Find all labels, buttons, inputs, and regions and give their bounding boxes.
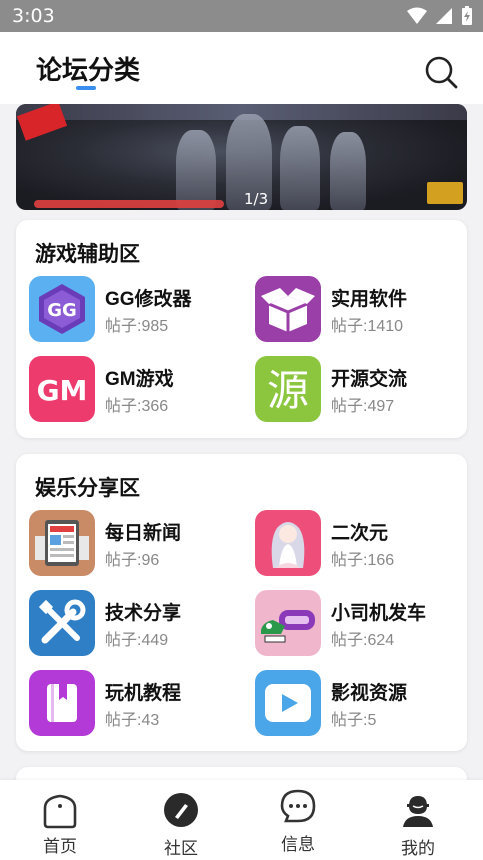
forum-item-utility-software[interactable]: 实用软件 帖子:1410 [255, 276, 465, 344]
community-icon [164, 793, 198, 827]
forum-item-name: 小司机发车 [331, 603, 427, 624]
svg-text:GM: GM [37, 374, 88, 407]
forum-item-count: 帖子:497 [331, 398, 395, 415]
forum-item-name: 每日新闻 [105, 523, 182, 544]
forum-item-count: 帖子:985 [105, 318, 169, 335]
status-icons [407, 6, 473, 26]
banner-counter: 1/3 [244, 190, 269, 208]
status-time: 3:03 [12, 5, 55, 27]
forum-item-count: 帖子:96 [105, 552, 160, 569]
tab-label: 社区 [164, 839, 198, 858]
app-header: 论坛分类 [0, 32, 483, 104]
tab-label: 我的 [401, 839, 435, 858]
play-icon [255, 670, 321, 736]
page-title: 论坛分类 [36, 55, 141, 85]
wifi-icon [407, 7, 427, 24]
forum-item-open-source[interactable]: 源 开源交流 帖子:497 [255, 356, 465, 424]
forum-item-name: 二次元 [331, 523, 389, 544]
forum-item-count: 帖子:366 [105, 398, 169, 415]
tab-messages[interactable]: 信息 [258, 780, 338, 860]
status-bar: 3:03 [0, 0, 483, 32]
svg-text:源: 源 [267, 366, 309, 415]
forum-item-count: 帖子:449 [105, 632, 169, 649]
forum-item-count: 帖子:624 [331, 632, 395, 649]
section-card-game-assist: 游戏辅助区 GG GG修改器 帖子:985 实用软件 帖子:1410 GM GM… [16, 220, 467, 438]
forum-item-name: 影视资源 [331, 683, 408, 704]
forum-item-video-resources[interactable]: 影视资源 帖子:5 [255, 670, 465, 738]
forum-item-name: 玩机教程 [105, 683, 182, 704]
signal-icon [436, 8, 452, 24]
svg-text:GG: GG [47, 300, 77, 321]
forum-item-name: 技术分享 [105, 603, 182, 624]
user-icon [403, 796, 433, 827]
tab-home[interactable]: 首页 [20, 780, 100, 860]
car-badge-icon [255, 590, 321, 656]
tab-community[interactable]: 社区 [141, 780, 221, 860]
bottom-tab-bar: 首页 社区 信息 我的 [0, 780, 483, 860]
forum-item-name: GG修改器 [105, 289, 192, 310]
tab-label: 首页 [43, 837, 77, 856]
title-underline [76, 86, 96, 90]
forum-item-tech-share[interactable]: 技术分享 帖子:449 [29, 590, 239, 658]
forum-item-name: 开源交流 [331, 369, 408, 390]
home-icon [43, 794, 77, 829]
section-card-entertainment: 娱乐分享区 每日新闻 帖子:96 二次元 帖子:166 技术分享 帖子:449 … [16, 454, 467, 751]
gm-game-icon: GM [29, 356, 95, 422]
tab-profile[interactable]: 我的 [378, 780, 458, 860]
book-icon [29, 670, 95, 736]
gg-modifier-icon: GG [29, 276, 95, 342]
tools-icon [29, 590, 95, 656]
forum-item-little-driver[interactable]: 小司机发车 帖子:624 [255, 590, 465, 658]
forum-item-gg-modifier[interactable]: GG GG修改器 帖子:985 [29, 276, 239, 344]
banner-carousel[interactable]: 1/3 [16, 104, 467, 210]
box-icon [255, 276, 321, 342]
forum-item-daily-news[interactable]: 每日新闻 帖子:96 [29, 510, 239, 578]
open-source-icon: 源 [255, 356, 321, 422]
battery-icon [462, 6, 472, 25]
section-title: 游戏辅助区 [35, 243, 140, 266]
forum-item-name: 实用软件 [331, 289, 408, 310]
forum-item-count: 帖子:43 [105, 712, 160, 729]
forum-item-count: 帖子:5 [331, 712, 377, 729]
anime-girl-icon [255, 510, 321, 576]
search-icon[interactable] [423, 54, 459, 90]
forum-item-anime[interactable]: 二次元 帖子:166 [255, 510, 465, 578]
forum-item-name: GM游戏 [105, 369, 174, 390]
forum-item-count: 帖子:1410 [331, 318, 404, 335]
message-icon [280, 789, 316, 823]
newspaper-icon [29, 510, 95, 576]
section-title: 娱乐分享区 [35, 477, 140, 500]
tab-label: 信息 [281, 835, 315, 854]
forum-item-count: 帖子:166 [331, 552, 395, 569]
forum-item-phone-tutorial[interactable]: 玩机教程 帖子:43 [29, 670, 239, 738]
forum-item-gm-game[interactable]: GM GM游戏 帖子:366 [29, 356, 239, 424]
